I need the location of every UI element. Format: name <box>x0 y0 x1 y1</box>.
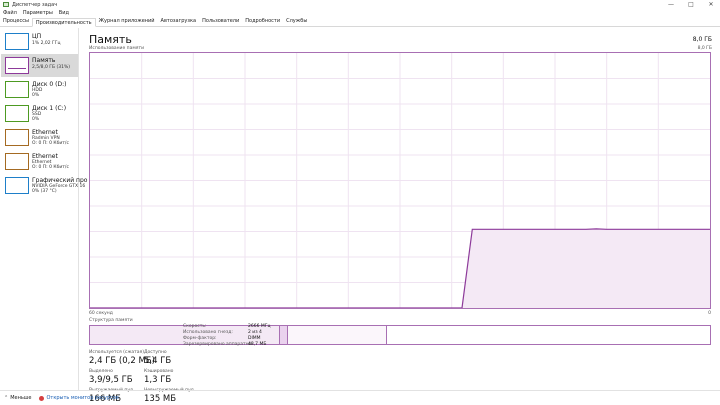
memory-panel: Память 8,0 ГБ Использование памяти 8,0 Г… <box>80 28 720 404</box>
maximize-button[interactable]: □ <box>686 0 696 9</box>
sidebar-item-name: Ethernet <box>32 129 58 136</box>
chevron-up-icon[interactable]: ⌃ <box>4 395 8 401</box>
stat-available: Доступно 5,4 ГБ <box>144 350 171 366</box>
composition-label: Структура памяти <box>89 318 133 323</box>
memory-usage-graph <box>89 52 711 309</box>
sidebar-item-detail: 2,5/8,0 ГБ (31%) <box>32 65 71 70</box>
sidebar-item-cpu[interactable]: ЦП 1% 2,02 ГГц <box>1 30 78 53</box>
sidebar-item-usage: 0% (37 °C) <box>32 189 57 194</box>
sidebar-item-usage: О: 0 П: 0 Кбит/с <box>32 165 69 170</box>
resource-sidebar: ЦП 1% 2,02 ГГц Память 2,5/8,0 ГБ (31%) Д… <box>0 28 87 390</box>
composition-standby <box>288 326 387 344</box>
title-bar: Диспетчер задач — □ ✕ <box>0 0 720 9</box>
stat-committed: Выделено 3,9/9,5 ГБ <box>89 369 133 385</box>
memory-thumbnail-line <box>8 68 26 69</box>
memory-total: 8,0 ГБ <box>692 36 712 43</box>
sidebar-item-usage: 0% <box>32 93 40 98</box>
sidebar-item-usage: О: 0 П: 0 Кбит/с <box>32 141 69 146</box>
window-controls: — □ ✕ <box>666 0 716 9</box>
window-title: Диспетчер задач <box>12 1 58 8</box>
stat-value: 1,3 ГБ <box>144 375 172 385</box>
stat-value: 3,9/9,5 ГБ <box>89 375 133 385</box>
tab-processes[interactable]: Процессы <box>0 17 32 26</box>
sidebar-item-detail: 1% 2,02 ГГц <box>32 41 61 46</box>
stat-cached: Кэшировано 1,3 ГБ <box>144 369 173 385</box>
sidebar-item-usage: 0% <box>32 117 40 122</box>
cpu-thumbnail <box>5 33 29 50</box>
sidebar-item-ethernet-vpn[interactable]: Ethernet Radmin VPN О: 0 П: 0 Кбит/с <box>1 126 78 149</box>
graph-label: Использование памяти <box>89 46 145 51</box>
tab-services[interactable]: Службы <box>283 17 310 26</box>
tab-performance[interactable]: Производительность <box>31 18 96 27</box>
status-bar: ⌃ Меньше Открыть монитор ресурсов <box>0 390 720 405</box>
usage-graph-svg <box>90 53 710 308</box>
page-title: Память <box>89 33 132 46</box>
spec-reserved-label: Зарезервировано аппаратно: <box>183 342 253 347</box>
task-manager-icon <box>3 2 9 7</box>
sidebar-item-name: ЦП <box>32 33 42 40</box>
disk-thumbnail <box>5 105 29 122</box>
spec-reserved-value: 48,7 МБ <box>248 342 267 347</box>
sidebar-item-name: Память <box>32 57 56 64</box>
composition-free <box>387 326 710 344</box>
sidebar-item-gpu[interactable]: Графический про NVIDIA GeForce GTX 16 0%… <box>1 174 87 197</box>
sidebar-item-name: Диск 1 (C:) <box>32 105 67 112</box>
tab-app-history[interactable]: Журнал приложений <box>96 17 158 26</box>
network-thumbnail <box>5 129 29 146</box>
sidebar-item-memory[interactable]: Память 2,5/8,0 ГБ (31%) <box>1 54 78 77</box>
graph-max-label: 8,0 ГБ <box>697 46 712 51</box>
memory-thumbnail <box>5 57 29 74</box>
fewer-details-link[interactable]: Меньше <box>10 395 31 401</box>
sidebar-item-disk-1[interactable]: Диск 1 (C:) SSD 0% <box>1 102 78 125</box>
close-button[interactable]: ✕ <box>706 0 716 9</box>
resource-monitor-icon <box>39 395 45 401</box>
gpu-thumbnail <box>5 177 29 194</box>
sidebar-item-ethernet[interactable]: Ethernet Ethernet О: 0 П: 0 Кбит/с <box>1 150 78 173</box>
sidebar-item-disk-0[interactable]: Диск 0 (D:) HDD 0% <box>1 78 78 101</box>
sidebar-item-name: Ethernet <box>32 153 58 160</box>
tab-users[interactable]: Пользователи <box>199 17 242 26</box>
minimize-button[interactable]: — <box>666 0 676 9</box>
composition-modified <box>280 326 288 344</box>
menu-file[interactable]: Файл <box>0 10 20 16</box>
open-resource-monitor-link[interactable]: Открыть монитор ресурсов <box>46 395 118 401</box>
sidebar-item-name: Диск 0 (D:) <box>32 81 67 88</box>
menu-bar: Файл Параметры Вид <box>0 9 720 17</box>
disk-thumbnail <box>5 81 29 98</box>
stat-value: 5,4 ГБ <box>144 356 172 366</box>
menu-view[interactable]: Вид <box>56 10 72 16</box>
tab-startup[interactable]: Автозагрузка <box>158 17 200 26</box>
network-thumbnail <box>5 153 29 170</box>
tab-details[interactable]: Подробности <box>242 17 283 26</box>
graph-axis-left: 60 секунд <box>89 311 113 316</box>
graph-axis-right: 0 <box>708 311 711 316</box>
menu-options[interactable]: Параметры <box>20 10 56 16</box>
tab-bar: Процессы Производительность Журнал прило… <box>0 17 720 27</box>
